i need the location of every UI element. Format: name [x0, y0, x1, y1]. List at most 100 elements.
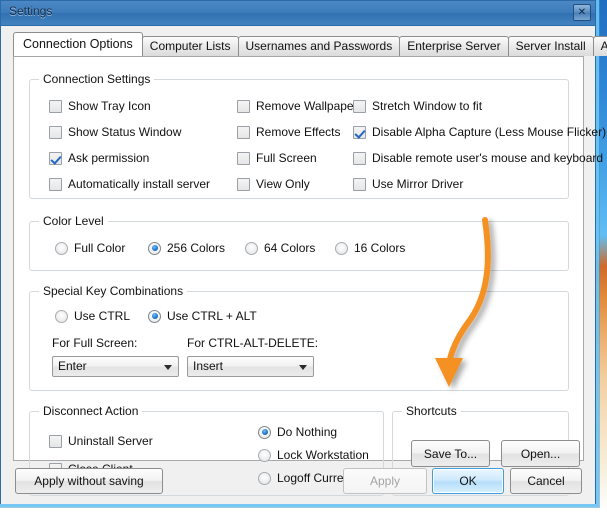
- group-title-disconnect-action: Disconnect Action: [39, 404, 143, 418]
- tab-about[interactable]: About: [592, 36, 607, 56]
- label-for-full-screen: For Full Screen:: [52, 336, 138, 350]
- dropdown-ctrl-alt-delete-key[interactable]: Insert: [187, 356, 314, 377]
- checkbox-label: Use Mirror Driver: [372, 177, 464, 191]
- checkbox-automatically-install-server[interactable]: Automatically install server: [49, 177, 210, 191]
- checkbox-label: Stretch Window to fit: [372, 99, 483, 113]
- checkbox-label: Remove Wallpaper: [256, 99, 358, 113]
- label-for-ctrl-alt-delete: For CTRL-ALT-DELETE:: [187, 336, 319, 350]
- checkbox-use-mirror-driver[interactable]: Use Mirror Driver: [353, 177, 463, 191]
- radio-lock-workstation[interactable]: Lock Workstation: [258, 448, 369, 462]
- dropdown-value: Enter: [58, 359, 87, 373]
- checkbox-full-screen[interactable]: Full Screen: [237, 151, 317, 165]
- checkbox-box: [353, 125, 366, 139]
- dropdown-full-screen-key[interactable]: Enter: [52, 356, 179, 377]
- tab-usernames-and-passwords[interactable]: Usernames and Passwords: [237, 36, 401, 56]
- group-special-key-combinations: Special Key Combinations Use CTRL Use CT…: [29, 284, 569, 391]
- checkbox-disable-alpha-capture[interactable]: Disable Alpha Capture (Less Mouse Flicke…: [353, 125, 606, 139]
- tab-server-install[interactable]: Server Install: [507, 36, 594, 56]
- checkbox-box: [237, 151, 250, 165]
- radio-label: 16 Colors: [354, 241, 406, 255]
- radio-label: Use CTRL: [74, 309, 131, 323]
- open-button[interactable]: Open...: [501, 440, 580, 467]
- radio-label: Do Nothing: [277, 425, 338, 439]
- save-to-button[interactable]: Save To...: [411, 440, 490, 467]
- checkbox-label: View Only: [256, 177, 310, 191]
- radio-label: 256 Colors: [167, 241, 226, 255]
- radio-16-colors[interactable]: 16 Colors: [335, 241, 405, 255]
- group-color-level: Color Level Full Color 256 Colors 64 Col…: [29, 214, 569, 271]
- checkbox-box: [237, 177, 250, 191]
- radio-full-color[interactable]: Full Color: [55, 241, 125, 255]
- radio-256-colors[interactable]: 256 Colors: [148, 241, 225, 255]
- group-title-color-level: Color Level: [39, 214, 108, 228]
- group-title-connection-settings: Connection Settings: [39, 72, 155, 86]
- checkbox-label: Automatically install server: [68, 177, 211, 191]
- checkbox-label: Disable remote user's mouse and keyboard: [372, 151, 604, 165]
- cancel-button[interactable]: Cancel: [510, 468, 582, 494]
- window-titlebar: Settings ✕: [1, 1, 595, 26]
- tab-page-connection-options: Connection Settings Show Tray Icon Show …: [13, 56, 606, 496]
- group-connection-settings: Connection Settings Show Tray Icon Show …: [29, 72, 606, 199]
- checkbox-show-status-window[interactable]: Show Status Window: [49, 125, 181, 139]
- settings-window: Settings ✕ Connection Options Computer L…: [0, 0, 607, 504]
- chevron-down-icon: [164, 365, 172, 370]
- radio-circle: [148, 309, 161, 323]
- apply-button: Apply: [343, 468, 427, 494]
- radio-circle: [335, 241, 348, 255]
- checkbox-label: Disable Alpha Capture (Less Mouse Flicke…: [372, 125, 607, 139]
- chevron-down-icon: [299, 365, 307, 370]
- checkbox-view-only[interactable]: View Only: [237, 177, 310, 191]
- radio-label: 64 Colors: [264, 241, 316, 255]
- window-client-area: Connection Options Computer Lists Userna…: [1, 26, 607, 504]
- checkbox-label: Uninstall Server: [68, 434, 153, 448]
- checkbox-label: Full Screen: [256, 151, 317, 165]
- checkbox-box: [237, 125, 250, 139]
- checkbox-show-tray-icon[interactable]: Show Tray Icon: [49, 99, 151, 113]
- checkbox-label: Show Status Window: [68, 125, 182, 139]
- radio-64-colors[interactable]: 64 Colors: [245, 241, 315, 255]
- checkbox-box: [353, 99, 366, 113]
- radio-circle: [55, 241, 68, 255]
- checkbox-box: [237, 99, 250, 113]
- radio-circle: [258, 471, 271, 485]
- radio-circle: [245, 241, 258, 255]
- checkbox-box: [49, 99, 62, 113]
- radio-circle: [148, 241, 161, 255]
- ok-button[interactable]: OK: [432, 468, 504, 494]
- checkbox-label: Show Tray Icon: [68, 99, 151, 113]
- checkbox-remove-effects[interactable]: Remove Effects: [237, 125, 340, 139]
- radio-do-nothing[interactable]: Do Nothing: [258, 425, 337, 439]
- radio-label: Lock Workstation: [277, 448, 369, 462]
- tab-enterprise-server[interactable]: Enterprise Server: [399, 36, 509, 56]
- checkbox-label: Ask permission: [68, 151, 150, 165]
- radio-circle: [258, 425, 271, 439]
- tab-connection-options[interactable]: Connection Options: [13, 32, 143, 56]
- checkbox-box: [49, 177, 62, 191]
- window-title: Settings: [9, 4, 53, 18]
- checkbox-box: [49, 434, 62, 448]
- group-title-special-key-combinations: Special Key Combinations: [39, 284, 188, 298]
- radio-label: Use CTRL + ALT: [167, 309, 257, 323]
- radio-use-ctrl-alt[interactable]: Use CTRL + ALT: [148, 309, 257, 323]
- checkbox-box: [353, 151, 366, 165]
- group-title-shortcuts: Shortcuts: [402, 404, 461, 418]
- checkbox-disable-remote-user-input[interactable]: Disable remote user's mouse and keyboard: [353, 151, 603, 165]
- checkbox-uninstall-server[interactable]: Uninstall Server: [49, 434, 153, 448]
- tab-computer-lists[interactable]: Computer Lists: [141, 36, 239, 56]
- checkbox-box: [49, 125, 62, 139]
- checkbox-label: Remove Effects: [256, 125, 341, 139]
- checkbox-box: [353, 177, 366, 191]
- radio-use-ctrl[interactable]: Use CTRL: [55, 309, 130, 323]
- dropdown-value: Insert: [193, 359, 224, 373]
- tab-strip: Connection Options Computer Lists Userna…: [13, 32, 607, 56]
- close-icon[interactable]: ✕: [573, 4, 591, 21]
- checkbox-remove-wallpaper[interactable]: Remove Wallpaper: [237, 99, 358, 113]
- checkbox-stretch-window-to-fit[interactable]: Stretch Window to fit: [353, 99, 482, 113]
- radio-circle: [258, 448, 271, 462]
- desktop-background-strip: [595, 0, 607, 512]
- apply-without-saving-button[interactable]: Apply without saving: [15, 468, 163, 494]
- checkbox-ask-permission[interactable]: Ask permission: [49, 151, 149, 165]
- radio-label: Full Color: [74, 241, 126, 255]
- radio-circle: [55, 309, 68, 323]
- checkbox-box: [49, 151, 62, 165]
